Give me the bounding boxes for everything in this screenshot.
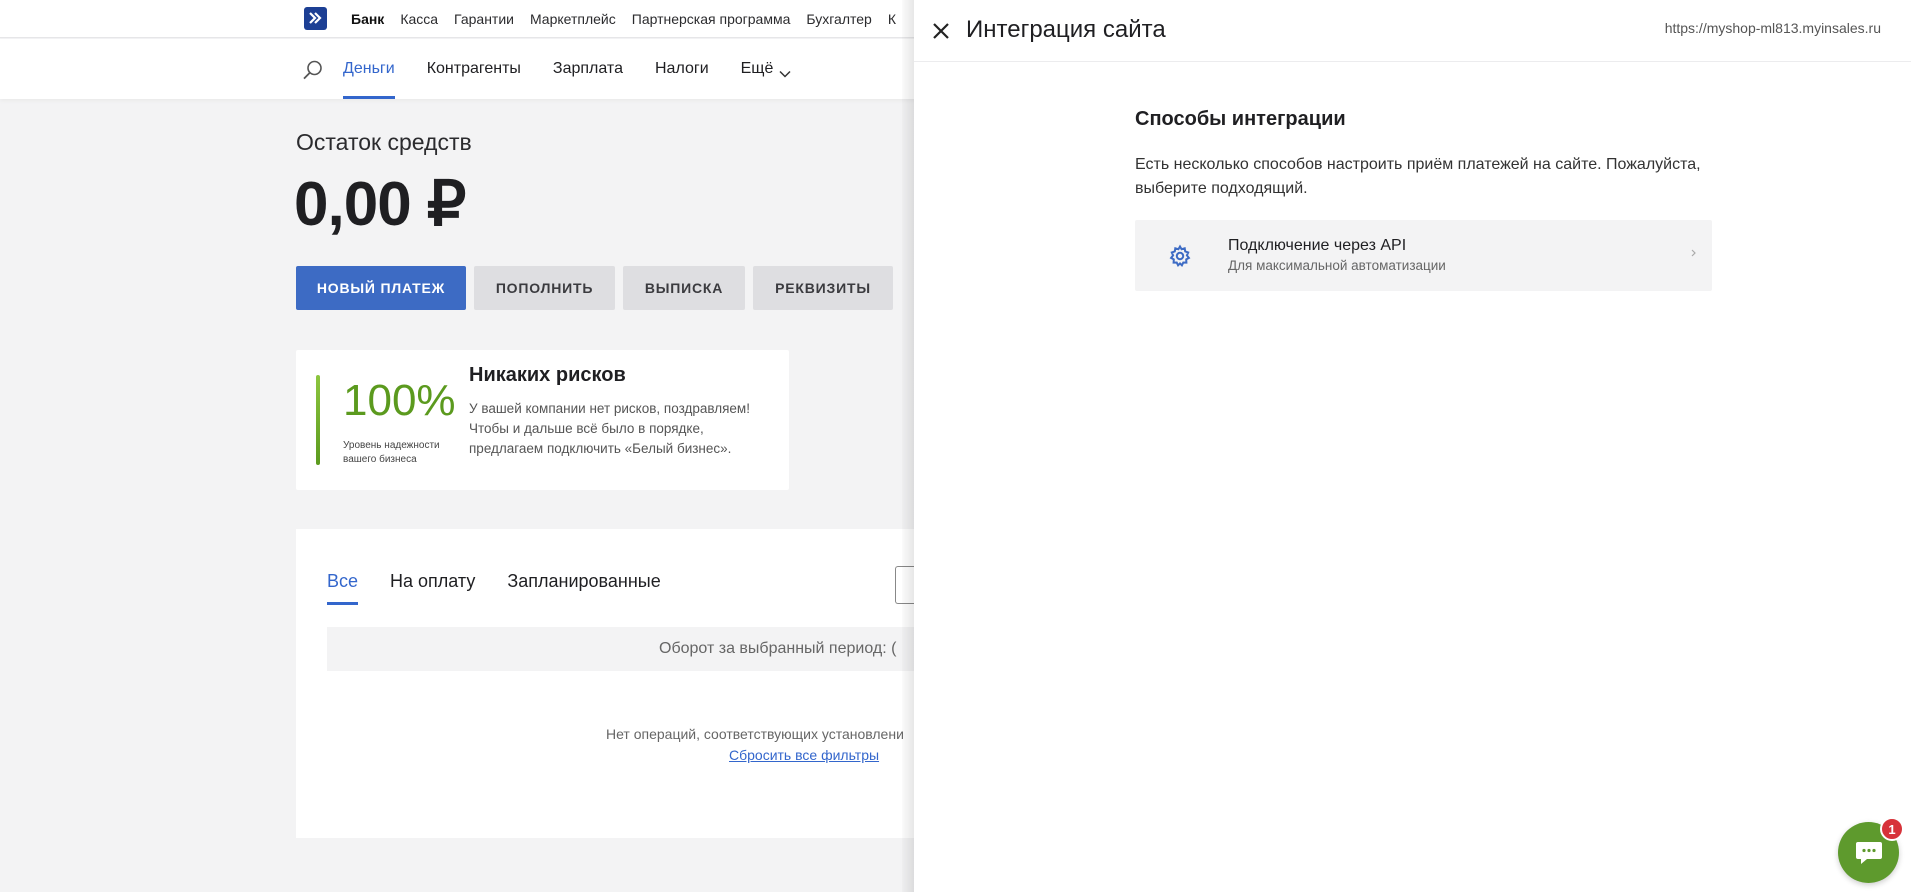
product-menu: Банк Касса Гарантии Маркетплейс Партнерс… bbox=[351, 0, 896, 38]
drawer-header: Интеграция сайта https://myshop-ml813.my… bbox=[914, 0, 1911, 62]
tab-salary-label: Зарплата bbox=[552, 60, 623, 77]
close-button[interactable] bbox=[929, 19, 953, 43]
close-icon bbox=[933, 23, 949, 39]
tab-money[interactable]: Деньги bbox=[343, 39, 395, 99]
tab-counterparties[interactable]: Контрагенты bbox=[427, 39, 521, 99]
turnover-summary: Оборот за выбранный период: ( bbox=[327, 627, 936, 671]
balance-label: Остаток средств bbox=[296, 129, 472, 155]
bank-logo-icon[interactable] bbox=[304, 7, 327, 30]
new-payment-button[interactable]: НОВЫЙ ПЛАТЕЖ bbox=[296, 266, 466, 310]
tab-all[interactable]: Все bbox=[327, 571, 359, 605]
drawer-title: Интеграция сайта bbox=[966, 16, 1166, 43]
tab-scheduled[interactable]: Запланированные bbox=[507, 571, 660, 605]
top-nav-item-bank[interactable]: Банк bbox=[351, 11, 384, 27]
top-nav-item-partner-program[interactable]: Партнерская программа bbox=[632, 11, 791, 27]
reliability-caption: Уровень надежности вашего бизнеса bbox=[343, 440, 440, 465]
top-up-button[interactable]: ПОПОЛНИТЬ bbox=[474, 266, 615, 310]
tab-counterparties-label: Контрагенты bbox=[426, 60, 521, 77]
integration-methods-title: Способы интеграции bbox=[1135, 108, 1346, 130]
top-nav-item-accountant[interactable]: Бухгалтер bbox=[806, 11, 871, 27]
gear-icon bbox=[1168, 244, 1192, 268]
top-nav-item-marketplace[interactable]: Маркетплейс bbox=[530, 11, 616, 27]
chat-unread-badge: 1 bbox=[1880, 817, 1904, 841]
api-integration-option[interactable]: Подключение через API Для максимальной а… bbox=[1135, 220, 1712, 291]
tab-more-label: Ещё bbox=[740, 60, 774, 77]
tab-taxes[interactable]: Налоги bbox=[655, 39, 709, 99]
top-nav-item-guarantees[interactable]: Гарантии bbox=[454, 11, 514, 27]
reliability-percent: 100% bbox=[343, 376, 456, 425]
top-nav-item-kassa[interactable]: Касса bbox=[400, 11, 438, 27]
tab-money-label: Деньги bbox=[343, 60, 395, 77]
operations-tabs: Все На оплату Запланированные bbox=[327, 571, 693, 605]
chevron-down-icon bbox=[779, 65, 791, 78]
empty-state-text: Нет операций, соответствующих установлен… bbox=[606, 726, 904, 742]
tab-to-pay[interactable]: На оплату bbox=[390, 571, 475, 605]
site-integration-drawer: Интеграция сайта https://myshop-ml813.my… bbox=[914, 0, 1911, 892]
tab-taxes-label: Налоги bbox=[654, 60, 709, 77]
chat-bubble-icon bbox=[1855, 841, 1882, 864]
risk-title: Никаких рисков bbox=[469, 364, 626, 386]
reliability-indicator-bar bbox=[316, 375, 320, 465]
requisites-button[interactable]: РЕКВИЗИТЫ bbox=[753, 266, 893, 310]
operations-panel: Все На оплату Запланированные Оборот за … bbox=[296, 529, 936, 838]
search-icon[interactable] bbox=[302, 59, 324, 81]
statement-button[interactable]: ВЫПИСКА bbox=[623, 266, 745, 310]
top-nav-item-truncated[interactable]: К bbox=[888, 11, 896, 27]
integration-methods-description: Есть несколько способов настроить приём … bbox=[1135, 156, 1701, 197]
api-option-subtitle: Для максимальной автоматизации bbox=[1228, 258, 1446, 273]
reset-filters-link[interactable]: Сбросить все фильтры bbox=[729, 747, 879, 763]
balance-amount: 0,00 ₽ bbox=[294, 170, 466, 239]
turnover-text: Оборот за выбранный период: ( bbox=[659, 640, 897, 657]
api-option-title: Подключение через API bbox=[1228, 237, 1407, 254]
risk-description: У вашей компании нет рисков, поздравляем… bbox=[469, 401, 750, 456]
tab-more[interactable]: Ещё bbox=[741, 39, 792, 99]
shop-url: https://myshop-ml813.myinsales.ru bbox=[1664, 20, 1881, 36]
tab-salary[interactable]: Зарплата bbox=[553, 39, 623, 99]
business-reliability-card[interactable]: 100% Уровень надежности вашего бизнеса Н… bbox=[296, 350, 789, 490]
chevron-right-icon bbox=[1690, 246, 1698, 260]
